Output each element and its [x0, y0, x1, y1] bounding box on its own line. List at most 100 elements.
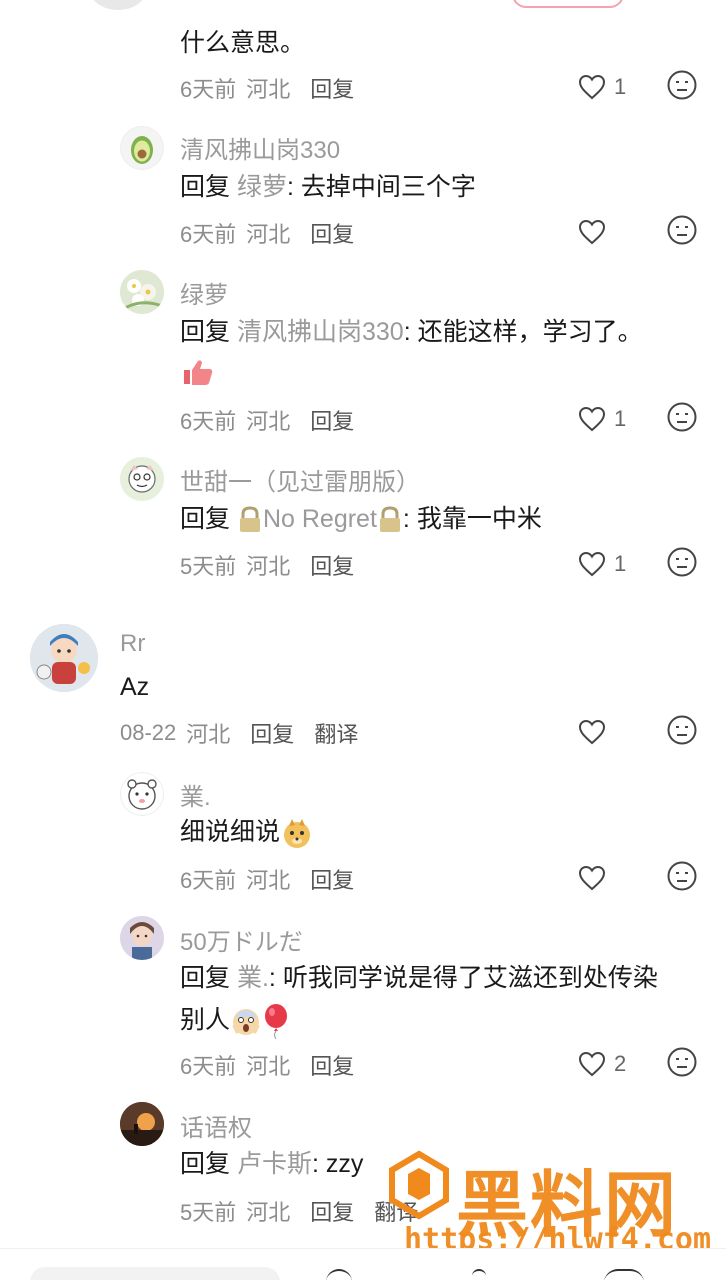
heart-icon [578, 74, 606, 100]
send-icon[interactable] [604, 1269, 644, 1280]
follow-button[interactable] [512, 0, 624, 8]
username[interactable]: 業. [180, 777, 211, 812]
comment-body: : 我靠一中米 [402, 505, 542, 533]
dislike-icon[interactable] [666, 214, 698, 246]
like-button[interactable]: 1 [578, 70, 638, 104]
comment-location: 河北 [246, 77, 291, 102]
bottom-comment-bar [0, 1248, 726, 1280]
comment-time: 6天前 [180, 77, 237, 102]
comment-time: 6天前 [180, 1054, 237, 1079]
avatar[interactable] [30, 624, 98, 692]
reply-button[interactable]: 回复 [310, 72, 354, 104]
username[interactable]: Rr [120, 630, 145, 658]
avatar[interactable] [90, 0, 146, 10]
comment-meta: 08-22 河北 回复 翻译 [120, 717, 358, 749]
watermark-logo-icon [389, 1150, 449, 1220]
comment-text: 回复 清风拂山岗330: 还能这样，学习了。 [180, 311, 643, 353]
mention-link[interactable]: 業. [237, 964, 269, 992]
like-button[interactable] [578, 715, 638, 749]
username[interactable]: 绿萝 [180, 275, 228, 310]
like-button[interactable]: 2 [578, 1047, 638, 1081]
like-count: 2 [614, 1051, 627, 1076]
mention-link[interactable]: 清风拂山岗330 [237, 318, 404, 346]
comment-location: 河北 [246, 554, 291, 579]
reply-prefix: 回复 [180, 964, 231, 992]
reply-button[interactable]: 回复 [310, 1049, 354, 1081]
like-count: 1 [614, 406, 627, 431]
reply-button[interactable]: 回复 [310, 217, 354, 249]
previous-comment-header [0, 0, 726, 10]
comment-text-line2: 别人 [180, 999, 290, 1041]
reply-button[interactable]: 回复 [310, 549, 354, 581]
avatar[interactable] [120, 772, 164, 816]
avatar[interactable] [120, 457, 164, 501]
watermark: 黑料网 https://hlwf4.com [386, 1146, 716, 1257]
comment-body: : zzy [311, 1150, 364, 1178]
comment-location: 河北 [186, 722, 231, 747]
comment-location: 河北 [246, 409, 291, 434]
reply-button[interactable]: 回复 [310, 404, 354, 436]
mention-link[interactable]: 卢卡斯 [237, 1150, 312, 1178]
translate-button[interactable]: 翻译 [314, 717, 358, 749]
like-count: 1 [614, 74, 627, 99]
comment-time: 08-22 [120, 720, 177, 745]
comment-body: : 听我同学说是得了艾滋还到处传染 [268, 964, 658, 992]
comment-time: 6天前 [180, 868, 237, 893]
dislike-icon[interactable] [666, 69, 698, 101]
mention-link[interactable]: 绿萝 [237, 173, 287, 201]
comment-text: 回复 绿萝: 去掉中间三个字 [180, 166, 476, 208]
sunset-avatar-icon [120, 1102, 164, 1146]
reply-button[interactable]: 回复 [250, 717, 294, 749]
dislike-icon[interactable] [666, 1046, 698, 1078]
heart-icon [578, 551, 606, 577]
like-button[interactable]: 1 [578, 402, 638, 436]
mention-link[interactable]: No Regret [263, 505, 377, 533]
avocado-icon [131, 136, 153, 164]
avatar[interactable] [120, 270, 164, 314]
comment-location: 河北 [246, 1200, 291, 1225]
like-button[interactable]: 1 [578, 547, 638, 581]
reply-button[interactable]: 回复 [310, 1195, 354, 1227]
comment-body: 细说细说 [180, 818, 281, 846]
comment-meta: 6天前 河北 回复 [180, 404, 354, 436]
like-button[interactable] [578, 215, 638, 249]
emoji-icon[interactable] [326, 1269, 352, 1280]
comment-time: 6天前 [180, 409, 237, 434]
avatar[interactable] [120, 126, 164, 170]
anime-avatar-icon [30, 624, 98, 692]
comment-meta: 6天前 河北 回复 [180, 72, 354, 104]
username[interactable]: 世甜一（见过雷朋版） [180, 462, 420, 497]
comment-input[interactable] [30, 1267, 280, 1280]
scream-emoji-icon [232, 1009, 260, 1036]
dislike-icon[interactable] [666, 546, 698, 578]
reply-button[interactable]: 回复 [310, 863, 354, 895]
like-button[interactable] [578, 861, 638, 895]
comment-body-continued: 别人 [180, 1006, 231, 1034]
comment-text: 回复 業.: 听我同学说是得了艾滋还到处传染 [180, 957, 658, 999]
avatar[interactable] [120, 1102, 164, 1146]
dislike-icon[interactable] [666, 860, 698, 892]
reply-prefix: 回复 [180, 1150, 231, 1178]
heart-icon [578, 719, 606, 745]
username[interactable]: 50万ドルだ [180, 922, 303, 957]
avatar[interactable] [120, 916, 164, 960]
portrait-avatar-icon [120, 916, 164, 960]
balloon-emoji-icon [265, 1004, 288, 1040]
flower-icon [120, 270, 164, 314]
heart-icon [578, 219, 606, 245]
heart-icon [578, 1051, 606, 1077]
comment-location: 河北 [246, 868, 291, 893]
character-icon [120, 457, 164, 501]
username[interactable]: 清风拂山岗330 [180, 130, 340, 165]
dislike-icon[interactable] [666, 714, 698, 746]
at-mention-icon[interactable] [472, 1269, 486, 1280]
comment-meta: 5天前 河北 回复 [180, 549, 354, 581]
comment-text: Az [120, 673, 150, 701]
comment-body: : 还能这样，学习了。 [403, 318, 643, 346]
lock-icon [239, 506, 260, 533]
comment-location: 河北 [246, 1054, 291, 1079]
reply-prefix: 回复 [180, 318, 231, 346]
username[interactable]: 话语权 [180, 1108, 252, 1143]
reply-prefix: 回复 [180, 173, 231, 201]
dislike-icon[interactable] [666, 401, 698, 433]
